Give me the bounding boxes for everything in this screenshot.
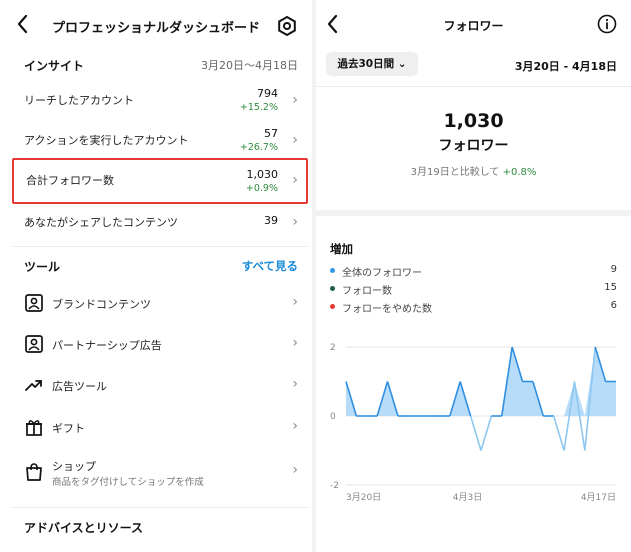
insight-row-total-followers[interactable]: 合計フォロワー数 1,030 +0.9% › (12, 158, 308, 204)
insight-value: 57 (264, 127, 278, 140)
insight-label: アクションを実行したアカウント (24, 134, 189, 147)
legend-follows: フォロー数 15 (330, 280, 617, 298)
tool-partnership-ads[interactable]: パートナーシップ広告 › (12, 325, 308, 365)
insight-label: 合計フォロワー数 (26, 174, 114, 187)
chevron-right-icon: › (292, 92, 298, 108)
series-line-segment (480, 415, 493, 451)
y-tick-label: 2 (330, 343, 336, 353)
chevron-right-icon: › (292, 294, 298, 310)
increase-heading: 増加 (330, 242, 353, 256)
insight-value: 1,030 (246, 168, 279, 181)
chevron-right-icon: › (292, 132, 298, 148)
chevron-right-icon: › (292, 172, 298, 188)
x-tick-label: 4月17日 (581, 492, 616, 503)
tool-label: ブランドコンテンツ (52, 298, 151, 311)
tools-heading: ツール (24, 260, 61, 274)
section-divider (316, 210, 631, 216)
see-all-link[interactable]: すべて見る (242, 258, 298, 274)
legend-label: フォロー数 (342, 286, 392, 297)
legend-dot (330, 304, 335, 309)
shopping-bag-icon (24, 462, 44, 482)
legend-dot (330, 268, 335, 273)
legend-dot (330, 286, 335, 291)
professional-dashboard-panel: プロフェッショナルダッシュボード インサイト 3月20日〜4月18日 リーチした… (0, 0, 312, 552)
period-dropdown[interactable]: 過去30日間 ⌄ (326, 52, 418, 76)
series-line-segment (552, 415, 565, 451)
insight-value: 794 (257, 87, 278, 100)
insight-row-engaged[interactable]: アクションを実行したアカウント 57 +26.7% › (12, 122, 308, 162)
info-icon[interactable] (597, 14, 617, 34)
tool-label: ショップ (52, 460, 96, 473)
tool-gift[interactable]: ギフト › (12, 408, 308, 448)
tool-ad-tools[interactable]: 広告ツール › (12, 366, 308, 406)
trending-up-icon (24, 375, 44, 395)
insights-date-range: 3月20日〜4月18日 (201, 59, 298, 72)
insight-change: +0.9% (245, 183, 278, 194)
followers-title: フォロワー (443, 19, 504, 33)
legend-value: 6 (610, 300, 617, 311)
tool-sublabel: 商品をタグ付けしてショップを作成 (52, 477, 204, 488)
chevron-right-icon: › (292, 214, 298, 230)
tool-label: 広告ツール (52, 380, 107, 393)
tool-shop[interactable]: ショップ 商品をタグ付けしてショップを作成 › (12, 450, 308, 496)
x-tick-label: 4月3日 (453, 492, 482, 503)
legend-label: フォローをやめた数 (342, 304, 432, 315)
insight-label: あなたがシェアしたコンテンツ (24, 216, 178, 229)
tool-label: パートナーシップ広告 (52, 339, 162, 352)
x-tick-label: 3月20日 (346, 492, 381, 503)
legend-total-followers: 全体のフォロワー 9 (330, 262, 617, 280)
followers-chart: 2 0 -2 3月20日 4月3日 4月17日 (330, 343, 616, 503)
legend-value: 15 (604, 282, 617, 293)
comparison-value: +0.8% (502, 167, 537, 178)
insight-row-reach[interactable]: リーチしたアカウント 794 +15.2% › (12, 82, 308, 122)
series-area-fill (346, 347, 616, 416)
legend-value: 9 (610, 264, 617, 275)
settings-gear-icon[interactable] (276, 15, 298, 37)
insight-value: 39 (264, 214, 278, 227)
comparison-prefix: 3月19日と比較して (410, 167, 500, 178)
gift-icon (24, 417, 44, 437)
partnership-ad-icon (24, 334, 44, 354)
insight-change: +15.2% (239, 102, 278, 113)
divider (12, 507, 308, 508)
chevron-right-icon: › (292, 335, 298, 351)
insight-label: リーチしたアカウント (24, 94, 134, 107)
insight-row-shared-content[interactable]: あなたがシェアしたコンテンツ 39 › (12, 204, 308, 244)
legend-unfollows: フォローをやめた数 6 (330, 298, 617, 316)
brand-content-icon (24, 293, 44, 313)
followers-total: 1,030 (443, 110, 504, 132)
chevron-right-icon: › (292, 376, 298, 392)
page-title: プロフェッショナルダッシュボード (51, 21, 260, 36)
chevron-right-icon: › (292, 418, 298, 434)
period-range: 3月20日 - 4月18日 (514, 60, 617, 73)
comparison-text: 3月19日と比較して +0.8% (316, 163, 631, 178)
insight-change: +26.7% (239, 142, 278, 153)
divider (316, 86, 631, 87)
legend-label: 全体のフォロワー (342, 268, 422, 279)
divider (12, 246, 308, 247)
advice-heading: アドバイスとリソース (24, 521, 144, 535)
tool-label: ギフト (52, 422, 85, 435)
followers-total-label: フォロワー (438, 138, 509, 154)
insights-heading: インサイト (24, 59, 85, 73)
y-tick-label: -2 (330, 481, 339, 491)
followers-panel: フォロワー 過去30日間 ⌄ 3月20日 - 4月18日 1,030 フォロワー… (316, 0, 631, 552)
series-line-segment (469, 415, 482, 451)
tool-brand-content[interactable]: ブランドコンテンツ › (12, 284, 308, 324)
y-tick-label: 0 (330, 412, 336, 422)
top-bar: プロフェッショナルダッシュボード (0, 0, 312, 52)
chevron-right-icon: › (292, 462, 298, 478)
